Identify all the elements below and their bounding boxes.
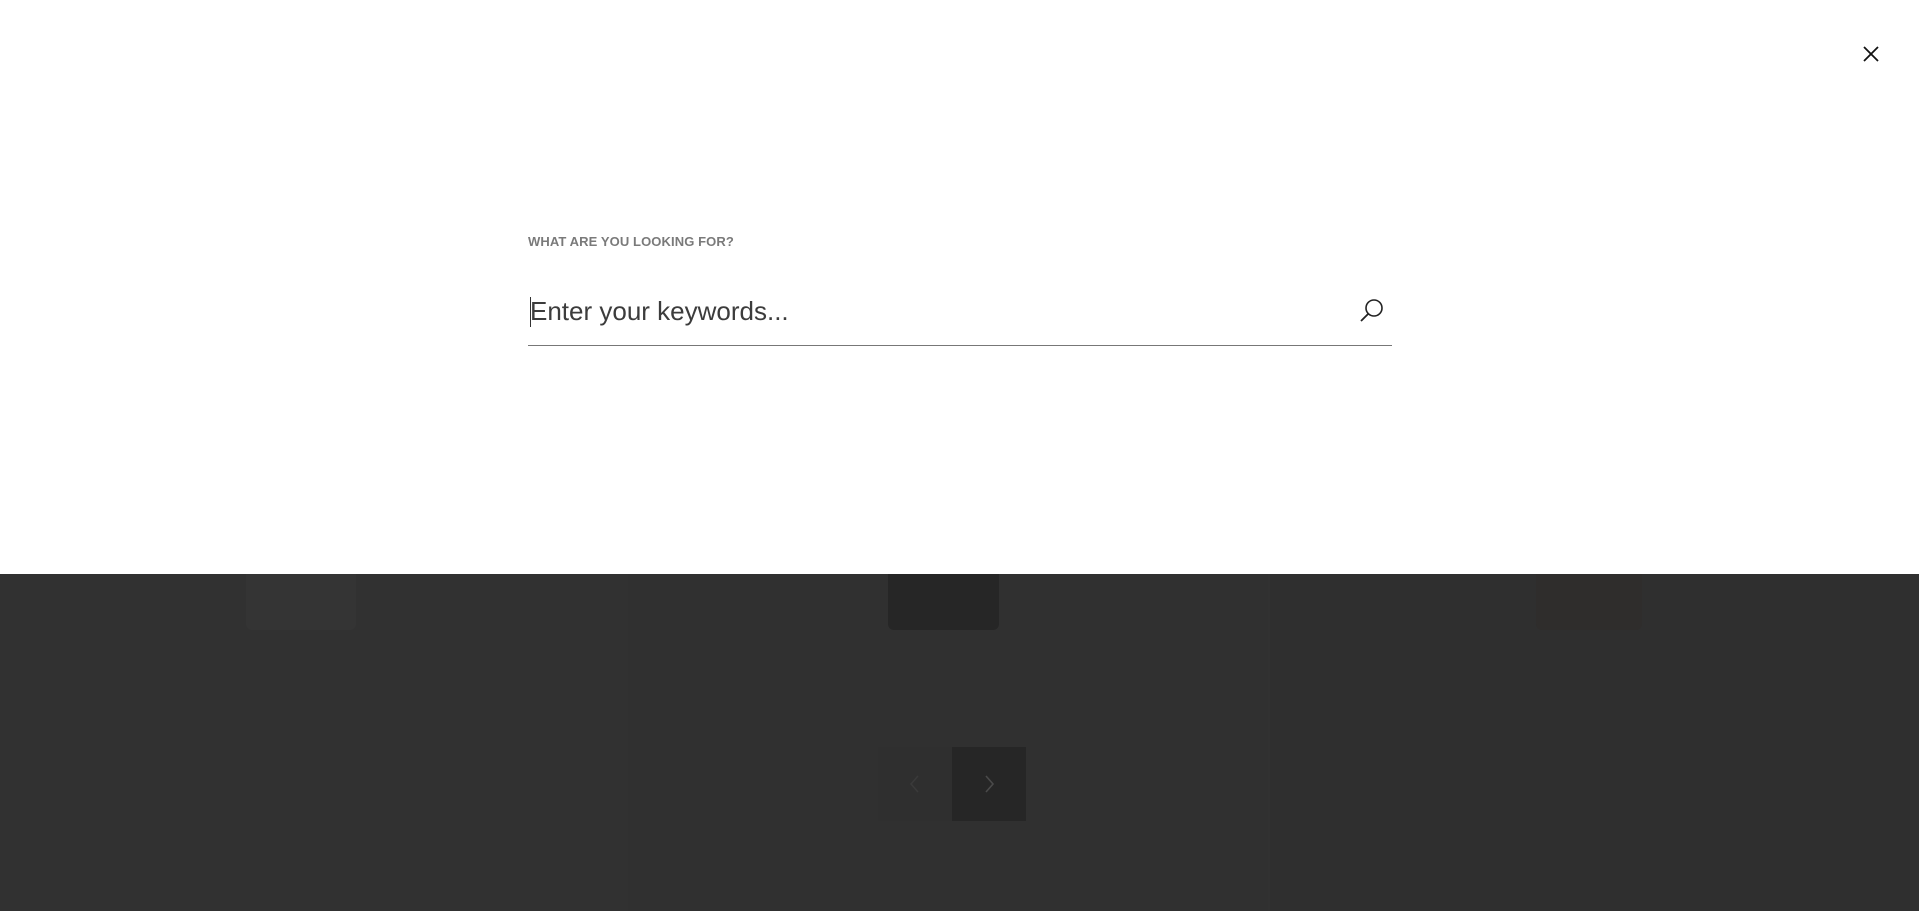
search-overlay: WHAT ARE YOU LOOKING FOR? (0, 0, 1919, 574)
search-heading: WHAT ARE YOU LOOKING FOR? (528, 234, 734, 249)
chevron-right-icon (985, 775, 995, 793)
search-submit-button[interactable] (1352, 291, 1392, 331)
chevron-left-icon (909, 775, 919, 793)
close-icon (1863, 46, 1879, 62)
text-cursor (530, 297, 531, 327)
search-icon (1360, 299, 1383, 322)
search-field (528, 285, 1392, 346)
carousel-next-button[interactable] (952, 747, 1026, 821)
carousel-prev-button[interactable] (878, 747, 952, 821)
close-search-button[interactable] (1856, 39, 1886, 69)
search-input[interactable] (528, 285, 1330, 337)
